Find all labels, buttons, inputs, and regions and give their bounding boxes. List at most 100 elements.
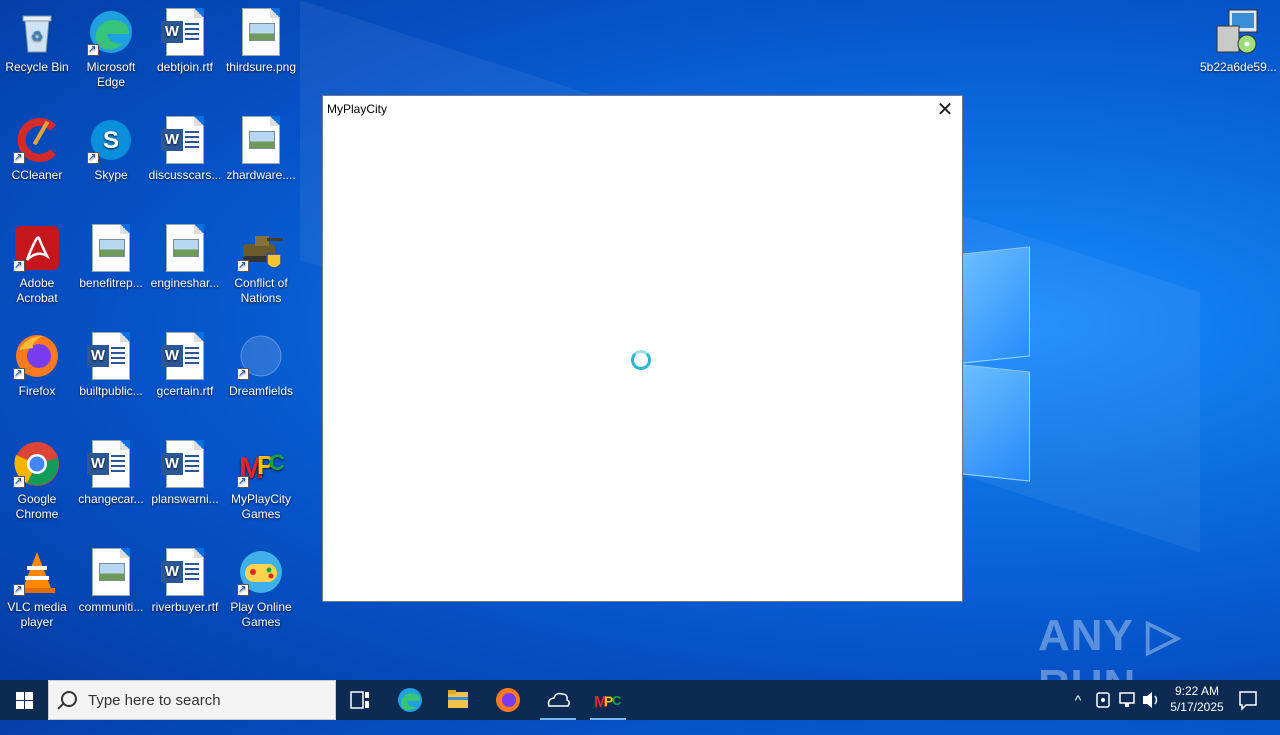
shortcut-arrow-icon bbox=[237, 474, 249, 489]
desktop-icon-zhardware[interactable]: zhardware.... bbox=[224, 116, 298, 183]
desktop-icon-label: Adobe Acrobat bbox=[16, 276, 58, 305]
windows-logo-pane bbox=[962, 364, 1030, 482]
desktop-icon-label: Dreamfields bbox=[228, 384, 294, 398]
clock-date: 5/17/2025 bbox=[1170, 700, 1224, 714]
image-file-icon bbox=[237, 116, 285, 164]
shortcut-arrow-icon bbox=[87, 42, 99, 57]
show-hidden-icons-button[interactable]: ^ bbox=[1068, 680, 1088, 720]
image-file-icon bbox=[87, 548, 135, 596]
desktop-icon-changecar[interactable]: W changecar... bbox=[74, 440, 148, 507]
desktop-icon-label: debtjoin.rtf bbox=[156, 60, 214, 74]
folder-icon bbox=[448, 690, 468, 708]
chrome-icon bbox=[13, 440, 61, 489]
shortcut-arrow-icon bbox=[87, 150, 99, 165]
windows-logo-pane bbox=[962, 246, 1030, 364]
desktop-icon-conflict-of-nations[interactable]: Conflict of Nations bbox=[224, 224, 298, 306]
desktop-icon-riverbuyer[interactable]: W riverbuyer.rtf bbox=[148, 548, 222, 615]
tray-device-button[interactable] bbox=[1092, 680, 1114, 720]
dialog-title: MyPlayCity bbox=[327, 102, 388, 116]
loading-spinner-icon bbox=[631, 350, 651, 370]
close-button[interactable]: ✕ bbox=[934, 100, 956, 120]
desktop-icon-label: engineshar... bbox=[150, 276, 220, 290]
installer-package-icon bbox=[1213, 8, 1261, 56]
desktop-icon-builtpublic[interactable]: W builtpublic... bbox=[74, 332, 148, 399]
desktop-icon-label: riverbuyer.rtf bbox=[151, 600, 219, 614]
desktop-icon-debtjoin[interactable]: W debtjoin.rtf bbox=[148, 8, 222, 75]
tray-volume-button[interactable] bbox=[1140, 680, 1162, 720]
desktop-icon-thirdsure[interactable]: thirdsure.png bbox=[224, 8, 298, 75]
desktop-icon-firefox[interactable]: Firefox bbox=[0, 332, 74, 399]
desktop-icon-google-chrome[interactable]: Google Chrome bbox=[0, 440, 74, 522]
desktop-icon-recycle-bin[interactable]: ♻ Recycle Bin bbox=[0, 8, 74, 75]
shortcut-arrow-icon bbox=[237, 258, 249, 273]
taskbar-myplaycity-button[interactable]: MPC bbox=[584, 680, 632, 720]
desktop-icon-myplaycity-games[interactable]: MPC MyPlayCity Games bbox=[224, 440, 298, 522]
action-center-button[interactable] bbox=[1234, 680, 1262, 720]
desktop-icon-adobe-acrobat[interactable]: Adobe Acrobat bbox=[0, 224, 74, 306]
taskbar-weather-app-button[interactable] bbox=[534, 680, 582, 720]
taskbar-clock[interactable]: 9:22 AM 5/17/2025 bbox=[1162, 683, 1232, 715]
desktop-icon-gcertain[interactable]: W gcertain.rtf bbox=[148, 332, 222, 399]
taskbar-firefox-button[interactable] bbox=[484, 680, 532, 720]
svg-text:C: C bbox=[269, 450, 285, 475]
myplaycity-dialog: MyPlayCity ✕ bbox=[322, 95, 963, 602]
desktop-icon-communiti[interactable]: communiti... bbox=[74, 548, 148, 615]
device-icon bbox=[1096, 692, 1110, 708]
svg-text:C: C bbox=[612, 693, 622, 708]
start-button[interactable] bbox=[0, 680, 48, 720]
dreamfields-icon bbox=[237, 332, 285, 381]
desktop-icon-label: changecar... bbox=[78, 492, 144, 506]
shortcut-arrow-icon bbox=[13, 582, 25, 597]
recycle-bin-icon: ♻ bbox=[13, 8, 61, 56]
word-document-icon: W bbox=[161, 440, 209, 488]
word-document-icon: W bbox=[161, 116, 209, 164]
firefox-icon bbox=[13, 332, 61, 381]
desktop-icon-microsoft-edge[interactable]: Microsoft Edge bbox=[74, 8, 148, 90]
desktop-icon-benefitrep[interactable]: benefitrep... bbox=[74, 224, 148, 291]
word-document-icon: W bbox=[161, 548, 209, 596]
svg-text:S: S bbox=[103, 127, 119, 154]
word-document-icon: W bbox=[161, 332, 209, 380]
adobe-acrobat-icon bbox=[13, 224, 61, 273]
desktop-icon-label: planswarni... bbox=[151, 492, 219, 506]
desktop-icon-label: Recycle Bin bbox=[5, 60, 69, 74]
network-icon bbox=[1119, 692, 1135, 707]
skype-icon: S bbox=[87, 116, 135, 165]
search-placeholder: Type here to search bbox=[88, 692, 221, 709]
vlc-cone-icon bbox=[13, 548, 61, 597]
word-document-icon: W bbox=[87, 332, 135, 380]
desktop-icon-label: Firefox bbox=[18, 384, 56, 398]
task-view-button[interactable] bbox=[336, 680, 384, 720]
chevron-up-icon: ^ bbox=[1074, 692, 1082, 708]
ccleaner-icon bbox=[13, 116, 61, 165]
tray-network-button[interactable] bbox=[1116, 680, 1138, 720]
gamepad-icon bbox=[237, 548, 285, 597]
desktop-icon-dreamfields[interactable]: Dreamfields bbox=[224, 332, 298, 399]
desktop-icon-label: builtpublic... bbox=[79, 384, 143, 398]
tank-game-icon bbox=[237, 224, 285, 273]
desktop-icon-installer[interactable]: 5b22a6de59... bbox=[1200, 8, 1277, 75]
shortcut-arrow-icon bbox=[13, 474, 25, 489]
shortcut-arrow-icon bbox=[13, 150, 25, 165]
taskbar-file-explorer-button[interactable] bbox=[434, 680, 482, 720]
desktop-icon-skype[interactable]: S Skype bbox=[74, 116, 148, 183]
desktop-icon-vlc[interactable]: VLC media player bbox=[0, 548, 74, 630]
image-file-icon bbox=[87, 224, 135, 272]
notification-icon bbox=[1239, 691, 1257, 711]
desktop-icon-discusscars[interactable]: W discusscars... bbox=[148, 116, 222, 183]
desktop-icon-play-online-games[interactable]: Play Online Games bbox=[224, 548, 298, 630]
myplaycity-logo-icon: MPC bbox=[594, 693, 622, 711]
desktop-icon-label: 5b22a6de59... bbox=[1200, 60, 1277, 74]
desktop-icon-label: VLC media player bbox=[7, 600, 67, 629]
desktop-icon-label: benefitrep... bbox=[79, 276, 143, 290]
desktop-icon-engineshar[interactable]: engineshar... bbox=[148, 224, 222, 291]
desktop-icon-label: gcertain.rtf bbox=[156, 384, 214, 398]
edge-icon bbox=[398, 688, 422, 712]
desktop-icon-planswarni[interactable]: W planswarni... bbox=[148, 440, 222, 507]
myplaycity-logo-icon: MPC bbox=[237, 440, 285, 489]
desktop-icon-label: Microsoft Edge bbox=[86, 60, 136, 89]
desktop-icon-ccleaner[interactable]: CCleaner bbox=[0, 116, 74, 183]
volume-icon bbox=[1143, 692, 1158, 708]
taskbar-edge-button[interactable] bbox=[386, 680, 434, 720]
taskbar-search-box[interactable]: Type here to search bbox=[48, 680, 336, 720]
